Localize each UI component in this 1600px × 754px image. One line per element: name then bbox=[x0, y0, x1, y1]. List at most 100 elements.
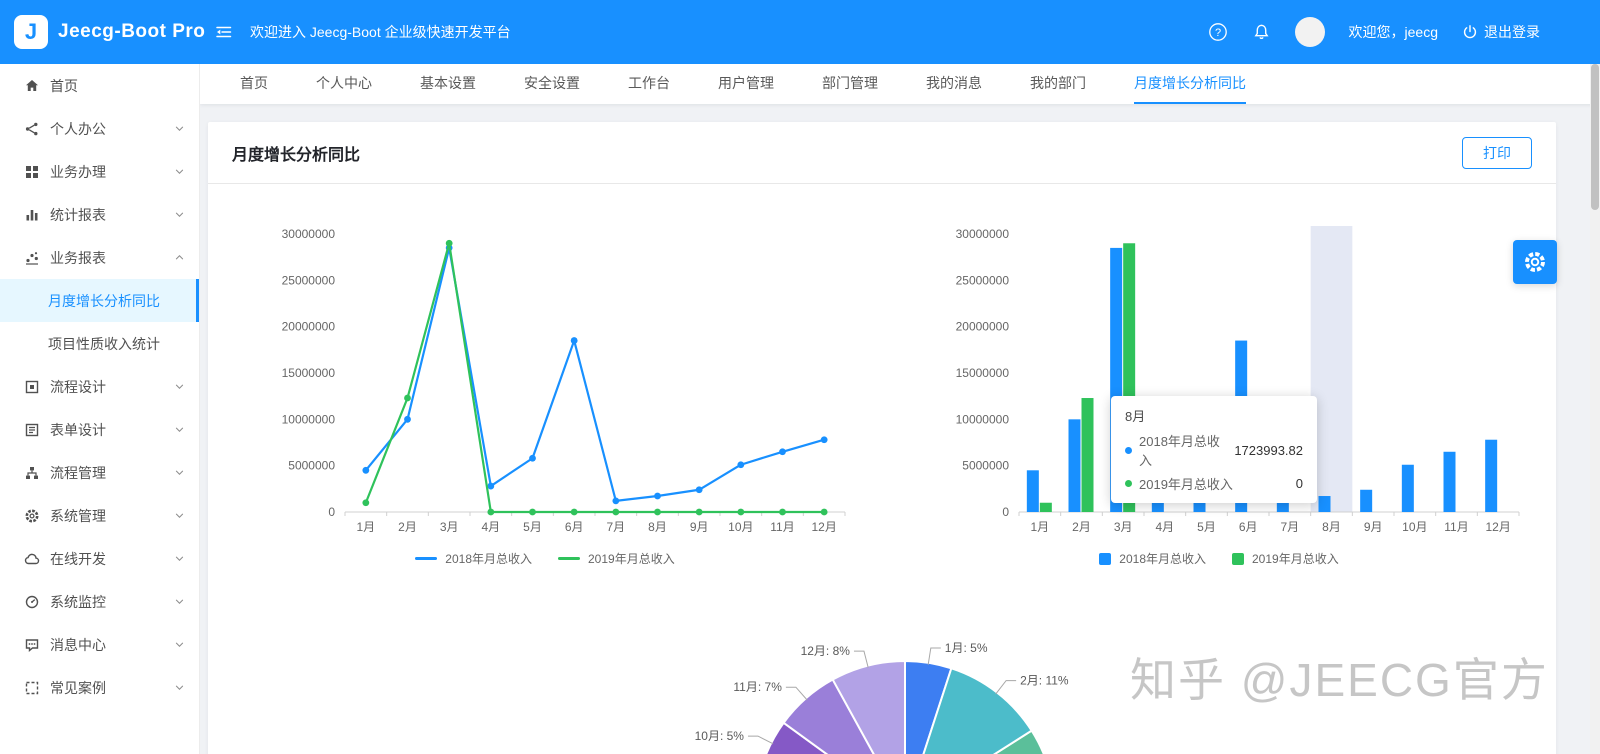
svg-text:3月: 3月 bbox=[440, 520, 459, 534]
tab-item[interactable]: 工作台 bbox=[628, 64, 670, 104]
sidebar-item-appstore[interactable]: 业务办理 bbox=[0, 150, 199, 193]
legend-item[interactable]: 2018年月总收入 bbox=[415, 550, 532, 567]
pie-label: 11月: 7% bbox=[733, 680, 782, 694]
svg-text:10000000: 10000000 bbox=[282, 412, 336, 426]
avatar[interactable] bbox=[1294, 17, 1325, 47]
svg-text:10月: 10月 bbox=[728, 520, 753, 534]
top-header: J Jeecg-Boot Pro 欢迎进入 Jeecg-Boot 企业级快速开发… bbox=[0, 0, 1600, 64]
chevron-down-icon bbox=[174, 553, 185, 564]
legend-item[interactable]: 2018年月总收入 bbox=[1099, 550, 1206, 567]
sidebar-item-block[interactable]: 流程设计 bbox=[0, 365, 199, 408]
page-title: 月度增长分析同比 bbox=[232, 146, 361, 164]
print-button[interactable]: 打印 bbox=[1462, 136, 1532, 169]
monitor-icon bbox=[24, 594, 40, 610]
series-dot-icon bbox=[1125, 446, 1132, 454]
svg-text:15000000: 15000000 bbox=[956, 366, 1010, 380]
svg-text:12月: 12月 bbox=[811, 520, 836, 534]
legend-item[interactable]: 2019年月总收入 bbox=[558, 550, 675, 567]
pie-label: 12月: 8% bbox=[801, 644, 851, 658]
svg-text:11月: 11月 bbox=[770, 520, 794, 534]
sidebar-item-label: 业务办理 bbox=[50, 163, 106, 180]
share-icon bbox=[24, 121, 40, 137]
pie-label: 10月: 5% bbox=[695, 729, 745, 743]
border-icon bbox=[24, 680, 40, 696]
app-logo[interactable]: J Jeecg-Boot Pro bbox=[0, 15, 205, 49]
sidebar: 首页 个人办公业务办理统计报表 业务报表 月度增长分析同比 项目性质收入统计流程设计表单… bbox=[0, 64, 200, 754]
sidebar-item-monitor[interactable]: 系统监控 bbox=[0, 580, 199, 623]
legend-line-marker-icon bbox=[415, 557, 438, 560]
sidebar-subitem-1[interactable]: 项目性质收入统计 bbox=[0, 322, 199, 365]
sidebar-item-border[interactable]: 常见案例 bbox=[0, 666, 199, 709]
power-icon bbox=[1463, 25, 1477, 39]
sidebar-item-dot-chart[interactable]: 业务报表 bbox=[0, 236, 199, 279]
line-chart-legend: 2018年月总收入 2019年月总收入 bbox=[415, 550, 675, 567]
sidebar-item-form[interactable]: 表单设计 bbox=[0, 408, 199, 451]
sidebar-subitem-0[interactable]: 月度增长分析同比 bbox=[0, 279, 199, 322]
svg-text:12月: 12月 bbox=[1485, 520, 1510, 534]
sidebar-item-label: 系统监控 bbox=[50, 593, 106, 610]
svg-text:8月: 8月 bbox=[648, 520, 667, 534]
legend-item[interactable]: 2019年月总收入 bbox=[1232, 550, 1339, 567]
svg-text:10月: 10月 bbox=[1402, 520, 1427, 534]
sidebar-item-cluster[interactable]: 流程管理 bbox=[0, 451, 199, 494]
sidebar-item-bar-chart[interactable]: 统计报表 bbox=[0, 193, 199, 236]
logo-icon: J bbox=[14, 15, 48, 49]
user-greeting[interactable]: 欢迎您，jeecg bbox=[1349, 22, 1438, 42]
svg-text:5000000: 5000000 bbox=[288, 459, 335, 473]
svg-text:7月: 7月 bbox=[606, 520, 625, 534]
bar-chart: 0 5000000 10000000 15000000 20000000 25000000… bbox=[882, 206, 1556, 567]
bar-chart-legend: 2018年月总收入 2019年月总收入 bbox=[1099, 550, 1339, 567]
logout-button[interactable]: 退出登录 bbox=[1462, 22, 1540, 42]
svg-text:6月: 6月 bbox=[565, 520, 584, 534]
bar-chart-icon bbox=[24, 207, 40, 223]
sidebar-item-share[interactable]: 个人办公 bbox=[0, 107, 199, 150]
tab-item[interactable]: 安全设置 bbox=[524, 64, 580, 104]
chevron-up-icon bbox=[174, 252, 185, 263]
tooltip-row: 2018年月总收入 1723993.82 bbox=[1125, 431, 1303, 469]
sidebar-menu: 首页 个人办公业务办理统计报表 业务报表 月度增长分析同比 项目性质收入统计流程设计表单… bbox=[0, 64, 199, 709]
sidebar-item-label: 流程设计 bbox=[50, 378, 106, 395]
tab-item[interactable]: 我的部门 bbox=[1030, 64, 1086, 104]
card-header: 月度增长分析同比 打印 bbox=[208, 122, 1556, 184]
menu-fold-icon[interactable] bbox=[214, 23, 232, 41]
pie-label: 1月: 5% bbox=[945, 641, 988, 655]
bell-icon[interactable] bbox=[1252, 23, 1271, 42]
main-area: 首页 个人中心 基本设置 安全设置 工作台 用户管理 部门管理 我的消息 我的部门 月度增长分析同… bbox=[200, 64, 1600, 754]
theme-settings-button[interactable] bbox=[1513, 240, 1557, 284]
form-icon bbox=[24, 422, 40, 438]
legend-label: 2018年月总收入 bbox=[1119, 552, 1206, 566]
tab-item[interactable]: 用户管理 bbox=[718, 64, 774, 104]
tab-item[interactable]: 月度增长分析同比 bbox=[1134, 64, 1246, 104]
svg-text:30000000: 30000000 bbox=[956, 227, 1010, 241]
sidebar-item-home[interactable]: 首页 bbox=[0, 64, 199, 107]
chevron-down-icon bbox=[174, 381, 185, 392]
content-area: 月度增长分析同比 打印 0 5000000 10000000 15000000 2000… bbox=[200, 104, 1600, 754]
content-card: 月度增长分析同比 打印 0 5000000 10000000 15000000 2000… bbox=[208, 122, 1556, 754]
tooltip-series-name: 2019年月总收入 bbox=[1139, 477, 1233, 492]
tab-item[interactable]: 首页 bbox=[240, 64, 268, 104]
cluster-icon bbox=[24, 465, 40, 481]
scrollbar-track[interactable] bbox=[1590, 64, 1600, 754]
help-icon[interactable]: ? bbox=[1208, 22, 1228, 42]
tooltip-title: 8月 bbox=[1125, 409, 1146, 424]
sidebar-item-cloud[interactable]: 在线开发 bbox=[0, 537, 199, 580]
tab-item[interactable]: 个人中心 bbox=[316, 64, 372, 104]
svg-text:4月: 4月 bbox=[1155, 520, 1174, 534]
tab-item[interactable]: 我的消息 bbox=[926, 64, 982, 104]
app-name: Jeecg-Boot Pro bbox=[58, 21, 206, 42]
sidebar-item-message[interactable]: 消息中心 bbox=[0, 623, 199, 666]
svg-text:20000000: 20000000 bbox=[282, 320, 336, 334]
sidebar-item-gear[interactable]: 系统管理 bbox=[0, 494, 199, 537]
svg-text:5月: 5月 bbox=[523, 520, 542, 534]
charts-row: 0 5000000 10000000 15000000 20000000 25000000… bbox=[208, 184, 1556, 567]
chevron-down-icon bbox=[174, 424, 185, 435]
scrollbar-thumb[interactable] bbox=[1591, 64, 1599, 210]
svg-text:9月: 9月 bbox=[1364, 520, 1383, 534]
svg-text:3月: 3月 bbox=[1114, 520, 1133, 534]
tooltip-rows: 2018年月总收入 1723993.82 2019年月总收入 0 bbox=[1125, 431, 1303, 493]
cloud-icon bbox=[24, 551, 40, 567]
svg-text:15000000: 15000000 bbox=[282, 366, 336, 380]
tab-item[interactable]: 部门管理 bbox=[822, 64, 878, 104]
tab-item[interactable]: 基本设置 bbox=[420, 64, 476, 104]
svg-text:0: 0 bbox=[328, 505, 335, 519]
